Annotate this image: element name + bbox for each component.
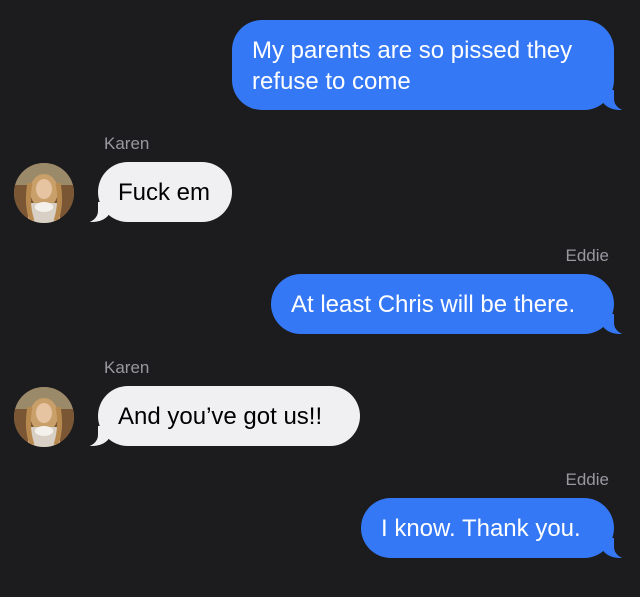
contact-avatar[interactable]: [14, 387, 74, 447]
incoming-message-bubble[interactable]: Fuck em: [76, 162, 232, 223]
message-text: Fuck em: [118, 179, 211, 206]
message-text: And you’ve got us!!: [118, 403, 323, 430]
sender-name-label: Eddie: [565, 246, 609, 265]
outgoing-message-bubble[interactable]: My parents are so pissed they refuse to …: [232, 20, 636, 111]
message-text: I know. Thank you.: [381, 515, 581, 542]
sender-name-label: Karen: [104, 358, 150, 377]
outgoing-message-bubble[interactable]: At least Chris will be there.: [271, 274, 636, 335]
contact-avatar[interactable]: [14, 163, 74, 223]
outgoing-message-bubble[interactable]: I know. Thank you.: [361, 498, 636, 559]
message-text: At least Chris will be there.: [291, 291, 576, 318]
avatar-photo-icon: [14, 163, 74, 223]
sender-name-label: Karen: [104, 134, 150, 153]
incoming-message-bubble[interactable]: And you’ve got us!!: [76, 386, 360, 447]
avatar-photo-icon: [14, 387, 74, 447]
message-thread: My parents are so pissed they refuse to …: [0, 0, 640, 597]
sender-name-label: Eddie: [565, 470, 609, 489]
message-text: My parents are so pissed they refuse to …: [252, 37, 573, 95]
